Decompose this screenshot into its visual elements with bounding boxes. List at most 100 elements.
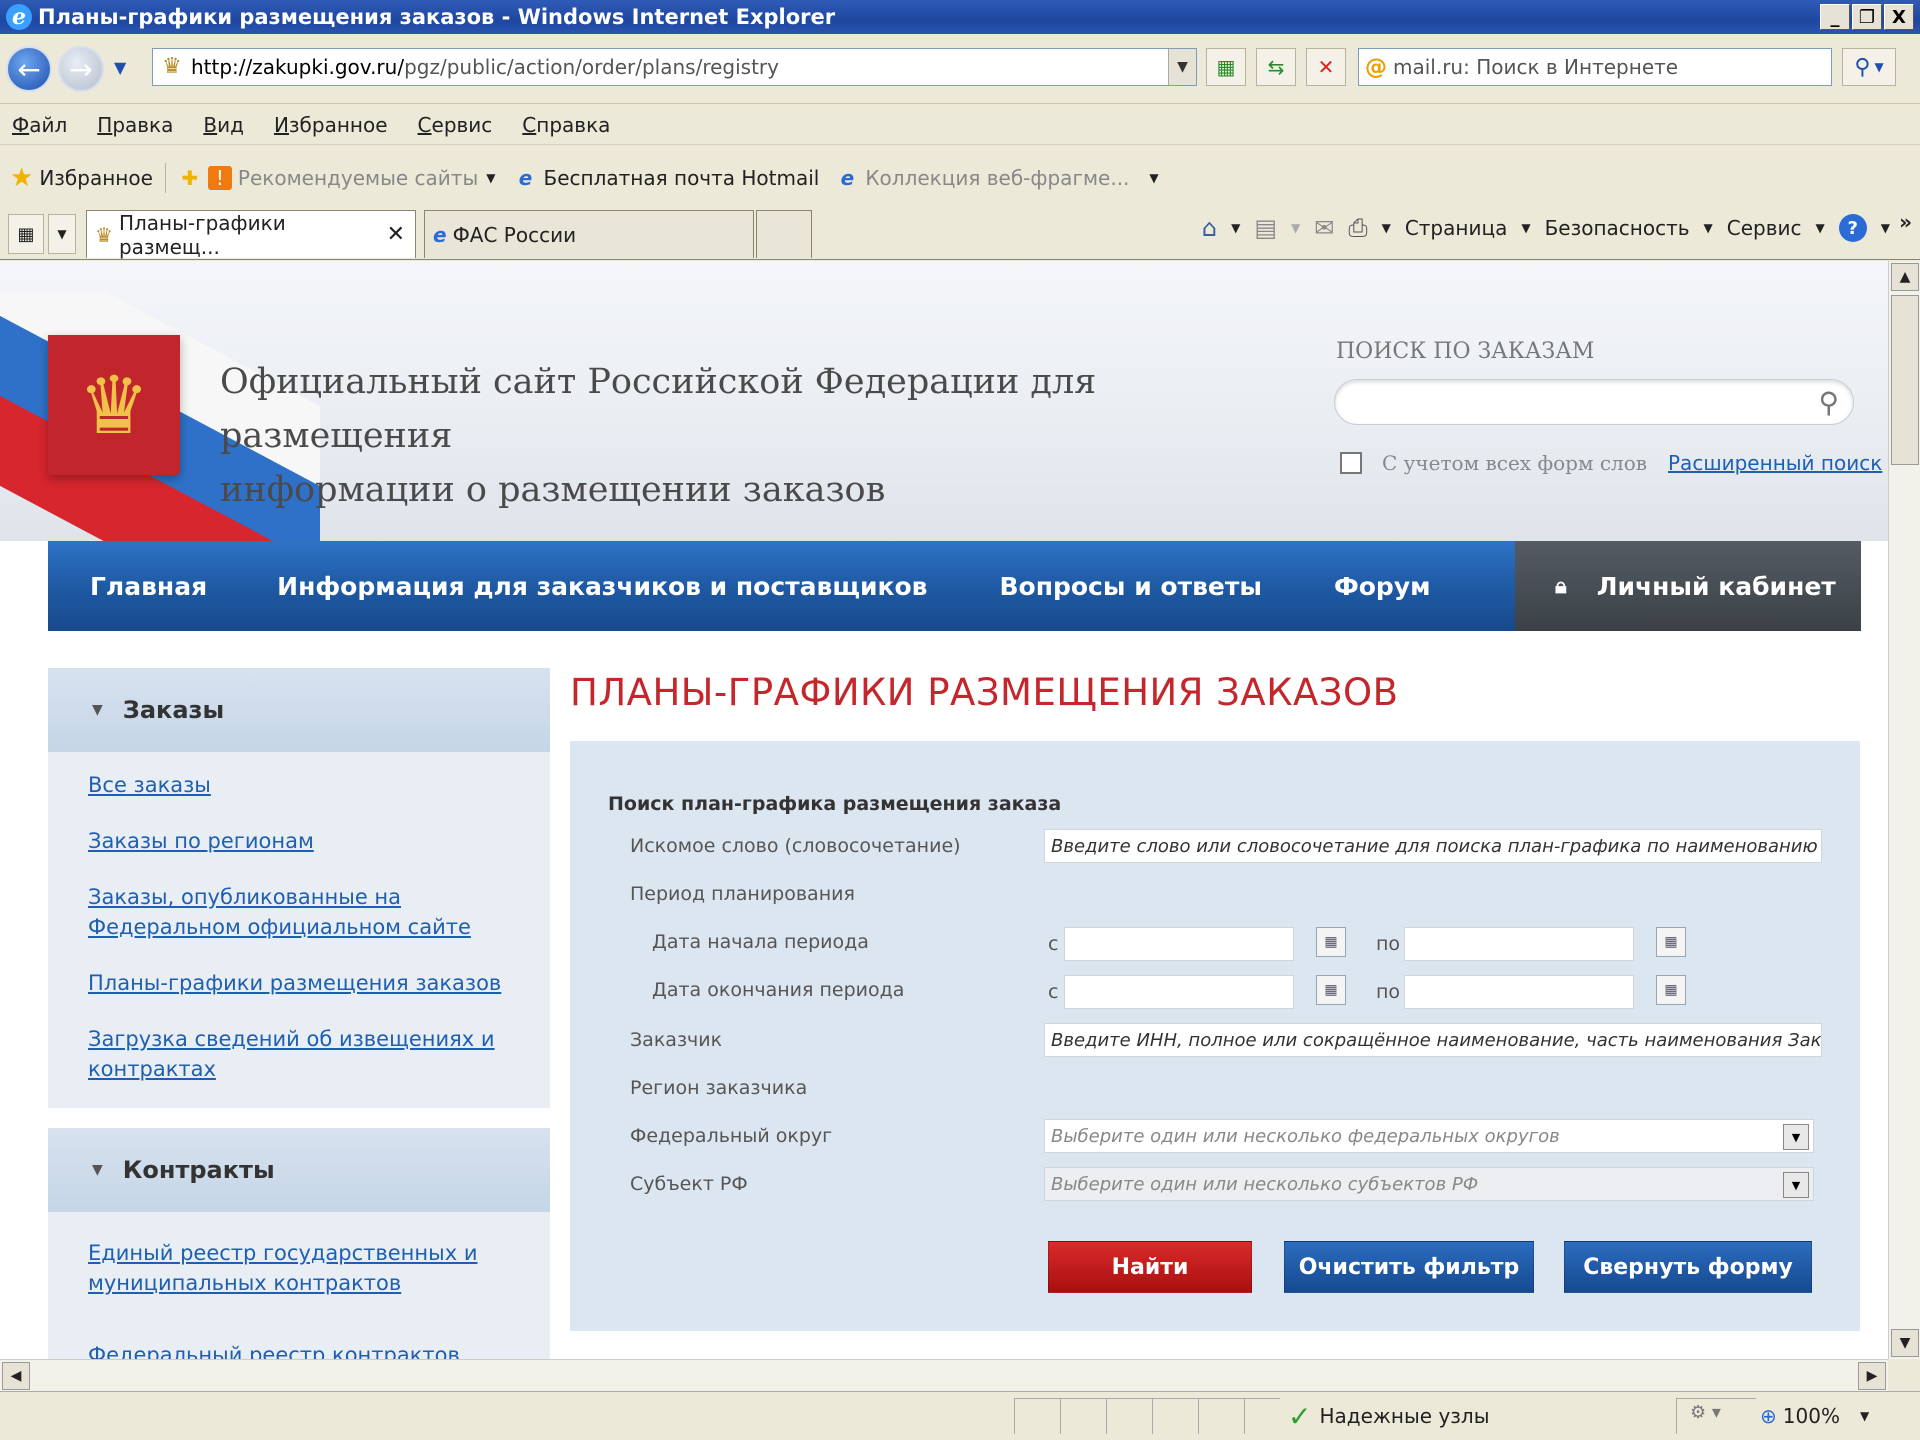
menu-tools[interactable]: Сервис — [418, 113, 493, 137]
refresh-button[interactable]: ⇆ — [1256, 48, 1296, 86]
scroll-left-icon[interactable]: ◀ — [2, 1362, 30, 1390]
menu-file[interactable]: Файл — [12, 113, 67, 137]
tools-menu[interactable]: Сервис — [1727, 216, 1802, 240]
page-menu[interactable]: Страница — [1405, 216, 1508, 240]
vertical-scrollbar[interactable]: ▲ ▼ — [1888, 261, 1920, 1359]
chevron-down-icon[interactable]: ▼ — [1783, 1172, 1809, 1198]
sidebar-link-plan-schedules[interactable]: Планы-графики размещения заказов — [88, 968, 546, 998]
collapse-form-button[interactable]: Свернуть форму — [1564, 1241, 1812, 1293]
sidebar-link-all-orders[interactable]: Все заказы — [88, 770, 546, 800]
web-search-input[interactable]: @ mail.ru: Поиск в Интернете — [1358, 48, 1832, 86]
subject-select[interactable]: Выберите один или несколько субъектов РФ… — [1044, 1167, 1814, 1201]
maximize-button[interactable]: ❐ — [1852, 4, 1882, 30]
calendar-icon[interactable]: ▦ — [1316, 927, 1346, 957]
personal-cabinet-button[interactable]: 🔒︎ Личный кабинет — [1515, 541, 1861, 631]
quick-tabs-button[interactable]: ▦ — [8, 214, 44, 254]
order-search-input[interactable]: ⚲ — [1334, 379, 1854, 425]
region-label: Регион заказчика — [630, 1077, 808, 1099]
sidebar-link-federal-orders[interactable]: Заказы, опубликованные на Федеральном оф… — [88, 882, 546, 942]
horizontal-scrollbar[interactable]: ◀ ▶ — [0, 1359, 1888, 1391]
end-from-label: с — [1048, 981, 1059, 1003]
advanced-search-link[interactable]: Расширенный поиск — [1668, 451, 1882, 475]
more-commands-icon[interactable]: » — [1899, 210, 1912, 234]
menu-view[interactable]: Вид — [203, 113, 244, 137]
customer-placeholder: Введите ИНН, полное или сокращённое наим… — [1051, 1029, 1822, 1051]
close-tab-icon[interactable]: ✕ — [387, 222, 405, 247]
menu-favorites[interactable]: Избранное — [274, 113, 388, 137]
chevron-down-icon[interactable]: ▼ — [1783, 1124, 1809, 1150]
address-input[interactable]: ♛ http://zakupki.gov.ru/pgz/public/actio… — [152, 48, 1197, 86]
home-icon[interactable]: ⌂ — [1202, 214, 1217, 242]
suggested-sites-link[interactable]: Рекомендуемые сайты — [238, 166, 478, 190]
sidebar-contracts-header[interactable]: ▼ Контракты — [48, 1128, 550, 1212]
feeds-icon[interactable]: ▤ — [1254, 214, 1277, 242]
calendar-icon[interactable]: ▦ — [1316, 975, 1346, 1005]
hotmail-link[interactable]: Бесплатная почта Hotmail — [543, 166, 819, 190]
end-from-input[interactable] — [1064, 975, 1294, 1009]
history-dropdown-icon[interactable]: ▼ — [114, 58, 126, 77]
menu-help[interactable]: Справка — [522, 113, 610, 137]
end-to-input[interactable] — [1404, 975, 1634, 1009]
web-slice-dropdown-icon[interactable]: ▼ — [1149, 171, 1158, 185]
chevron-down-icon: ▼ — [1291, 221, 1301, 235]
chevron-down-icon[interactable]: ▼ — [1860, 1409, 1869, 1423]
scroll-right-icon[interactable]: ▶ — [1858, 1362, 1886, 1390]
chevron-down-icon[interactable]: ▼ — [1881, 221, 1890, 235]
security-zone[interactable]: ✓ Надежные узлы — [1288, 1398, 1490, 1434]
tab-plans[interactable]: ♛ Планы-графики размещ... ✕ — [86, 210, 416, 259]
search-icon[interactable]: ⚲ — [1818, 386, 1839, 419]
calendar-icon[interactable]: ▦ — [1656, 975, 1686, 1005]
compatibility-view-button[interactable]: ▦ — [1206, 48, 1246, 86]
compat-icon: ▦ — [1216, 55, 1236, 79]
stop-button[interactable]: ✕ — [1306, 48, 1346, 86]
suggested-dropdown-icon[interactable]: ▼ — [486, 171, 495, 185]
nav-info[interactable]: Информация для заказчиков и поставщиков — [277, 572, 927, 601]
cabinet-label: Личный кабинет — [1596, 571, 1836, 601]
web-search-button[interactable]: ⚲ ▼ — [1842, 48, 1896, 86]
coat-of-arms-icon[interactable]: ♛ — [48, 335, 180, 475]
print-icon[interactable]: ⎙ — [1348, 214, 1367, 242]
nav-faq[interactable]: Вопросы и ответы — [999, 572, 1261, 601]
protected-mode-icon[interactable]: ⚙ ▾ — [1690, 1402, 1721, 1423]
sidebar-link-federal-registry[interactable]: Федеральный реестр контрактов — [88, 1340, 546, 1359]
address-dropdown-icon[interactable]: ▼ — [1168, 49, 1196, 85]
scroll-thumb[interactable] — [1891, 295, 1919, 465]
zoom-control[interactable]: ⊕ 100% ▼ — [1760, 1398, 1869, 1434]
customer-input[interactable]: Введите ИНН, полное или сокращённое наим… — [1044, 1023, 1822, 1057]
web-slice-link[interactable]: Коллекция веб-фрагме... — [865, 166, 1129, 190]
sidebar-link-upload-notices[interactable]: Загрузка сведений об извещениях и контра… — [88, 1024, 546, 1084]
close-window-button[interactable]: X — [1884, 4, 1914, 30]
favorites-button[interactable]: Избранное — [39, 166, 153, 190]
minimize-button[interactable]: _ — [1820, 4, 1850, 30]
wordforms-option[interactable]: С учетом всех форм слов — [1340, 451, 1647, 475]
nav-forum[interactable]: Форум — [1334, 572, 1431, 601]
chevron-down-icon[interactable]: ▼ — [1231, 221, 1240, 235]
start-from-input[interactable] — [1064, 927, 1294, 961]
district-select[interactable]: Выберите один или несколько федеральных … — [1044, 1119, 1814, 1153]
chevron-down-icon[interactable]: ▼ — [1382, 221, 1391, 235]
clear-filter-button[interactable]: Очистить фильтр — [1284, 1241, 1534, 1293]
mail-icon[interactable]: ✉ — [1314, 214, 1334, 242]
find-button[interactable]: Найти — [1048, 1241, 1252, 1293]
scroll-up-icon[interactable]: ▲ — [1891, 263, 1919, 291]
new-tab-button[interactable] — [756, 210, 812, 258]
help-icon[interactable]: ? — [1838, 214, 1867, 242]
sidebar-orders-header[interactable]: ▼ Заказы — [48, 668, 550, 752]
nav-home[interactable]: Главная — [90, 572, 207, 601]
tab-list-button[interactable]: ▼ — [48, 214, 76, 254]
calendar-icon[interactable]: ▦ — [1656, 927, 1686, 957]
wordforms-checkbox[interactable] — [1340, 452, 1362, 474]
favorites-bar: ★ Избранное ✚ ! Рекомендуемые сайты ▼ e … — [0, 155, 1920, 201]
sidebar-link-orders-by-region[interactable]: Заказы по регионам — [88, 826, 546, 856]
forward-button[interactable]: → — [58, 46, 104, 92]
scroll-down-icon[interactable]: ▼ — [1891, 1329, 1919, 1357]
separator — [164, 163, 166, 193]
add-favorite-icon[interactable]: ✚ — [178, 166, 202, 190]
menu-edit[interactable]: Правка — [97, 113, 173, 137]
sidebar-link-unified-registry[interactable]: Единый реестр государственных и муниципа… — [88, 1238, 546, 1298]
back-button[interactable]: ← — [6, 46, 52, 92]
start-to-input[interactable] — [1404, 927, 1634, 961]
tab-fas[interactable]: e ФАС России — [424, 210, 754, 258]
keyword-input[interactable]: Введите слово или словосочетание для пои… — [1044, 829, 1822, 863]
safety-menu[interactable]: Безопасность — [1545, 216, 1690, 240]
